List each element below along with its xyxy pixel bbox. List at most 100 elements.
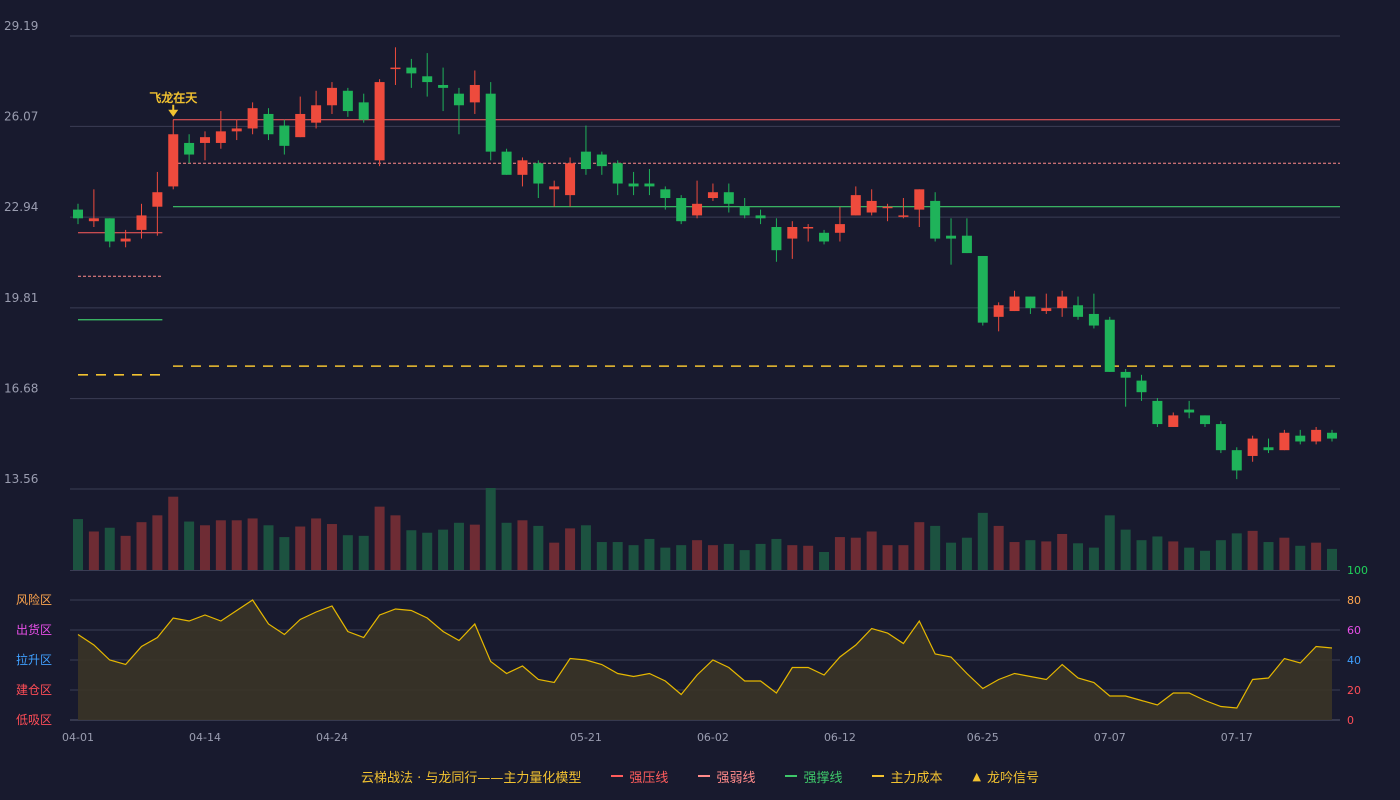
chart-legend: 云梯战法 · 与龙同行——主力量化模型 强压线 强弱线 强撑线 主力成本 ▲ 龙吟信号	[0, 764, 1400, 788]
volume-bar	[819, 551, 830, 570]
volume-bar	[438, 529, 449, 570]
volume-bar	[136, 522, 147, 570]
volume-bar	[215, 520, 226, 570]
volume-bar	[263, 525, 274, 570]
volume-bar	[1184, 547, 1195, 570]
volume-bar	[1263, 542, 1274, 570]
legend-triangle-icon: ▲	[972, 769, 981, 783]
candle-body	[866, 200, 877, 213]
volume-bar	[612, 542, 623, 570]
volume-bar	[326, 524, 337, 570]
candle-body	[1168, 415, 1179, 427]
volume-bar	[755, 543, 766, 570]
volume-bar	[834, 537, 845, 570]
volume-bar	[771, 538, 782, 570]
candle-body	[247, 108, 258, 129]
candle-body	[1041, 308, 1052, 312]
candle-body	[120, 238, 131, 242]
candle-body	[692, 203, 703, 216]
candle-body	[1009, 296, 1020, 312]
candle-body	[707, 192, 718, 199]
volume-bar	[723, 543, 734, 570]
volume-bar	[1231, 533, 1242, 570]
volume-bar	[1073, 543, 1084, 570]
x-tick-label: 07-07	[1094, 731, 1126, 744]
volume-bar	[469, 524, 480, 570]
volume-bar	[1295, 545, 1306, 570]
volume-bar	[184, 521, 195, 570]
x-tick-label: 07-17	[1221, 731, 1253, 744]
legend-item-signal: ▲ 龙吟信号	[972, 767, 1038, 786]
legend-swatch-icon	[611, 775, 624, 777]
price-tick-label: 16.68	[4, 382, 38, 396]
osc-tick-label: 60	[1347, 624, 1361, 637]
volume-bar	[977, 512, 988, 570]
candle-body	[279, 125, 290, 146]
candle-body	[215, 131, 226, 143]
candle-body	[1295, 435, 1306, 442]
chart-canvas: 13.56 16.68 19.81 22.94 26.07 29.19 飞龙在天 0 20 40 6…	[4, 19, 1368, 744]
candle-body	[834, 224, 845, 233]
volume-bar	[311, 518, 322, 570]
candle-body	[231, 128, 242, 132]
volume-bar	[946, 542, 957, 570]
volume-bar	[930, 525, 941, 570]
volume-bar	[517, 520, 528, 570]
candle-body	[1327, 432, 1337, 439]
candle-body	[263, 113, 274, 135]
candle-body	[453, 93, 464, 106]
volume-bar	[1311, 542, 1322, 570]
candle-body	[199, 137, 210, 143]
candle-body	[295, 113, 306, 138]
x-tick-label: 06-25	[967, 731, 999, 744]
osc-zone-label: 出货区	[16, 622, 52, 637]
candle-body	[596, 154, 607, 167]
candle-body	[1311, 429, 1322, 442]
volume-bar	[993, 525, 1004, 570]
candle-body	[565, 163, 576, 196]
candle-body	[1136, 380, 1147, 393]
osc-zone-label: 低吸区	[16, 713, 52, 727]
candle-body	[803, 226, 814, 229]
osc-tick-label: 80	[1347, 594, 1361, 607]
volume-bar	[1120, 529, 1131, 570]
volume-bar	[533, 525, 544, 570]
candle-body	[580, 151, 591, 170]
volume-bar	[374, 506, 385, 570]
x-tick-label: 05-21	[570, 731, 602, 744]
candle-body	[882, 206, 893, 209]
candle-body	[961, 235, 972, 254]
osc-zone-label: 风险区	[16, 592, 52, 607]
volume-bar	[1200, 550, 1211, 570]
candle-body	[628, 183, 639, 187]
volume-bar	[485, 488, 496, 570]
signal-arrow-icon	[168, 109, 179, 117]
volume-bar	[279, 537, 290, 570]
volume-bar	[342, 535, 353, 570]
volume-bar	[565, 528, 576, 570]
volume-bar	[406, 530, 417, 570]
volume-bar	[453, 522, 464, 570]
candle-body	[136, 215, 147, 230]
x-tick-label: 04-24	[316, 731, 348, 744]
candle-body	[1025, 296, 1036, 309]
candle-body	[184, 142, 195, 155]
osc-tick-label: 100	[1347, 564, 1368, 577]
candle-body	[898, 215, 909, 217]
x-tick-label: 06-12	[824, 731, 856, 744]
candle-body	[549, 186, 560, 190]
x-tick-label: 06-02	[697, 731, 729, 744]
candle-body	[787, 226, 798, 239]
signal-label: 飞龙在天	[149, 90, 198, 105]
legend-item-weak-line: 强弱线	[698, 767, 755, 786]
candle-body	[1200, 415, 1211, 425]
volume-bar	[660, 547, 671, 570]
candle-body	[612, 163, 623, 184]
candle-body	[390, 67, 401, 70]
volume-bar	[1247, 530, 1258, 570]
x-tick-label: 04-01	[62, 731, 94, 744]
candle-body	[1279, 432, 1290, 451]
candle-body	[326, 87, 337, 106]
volume-bar	[914, 522, 925, 570]
legend-swatch-icon	[785, 775, 798, 777]
